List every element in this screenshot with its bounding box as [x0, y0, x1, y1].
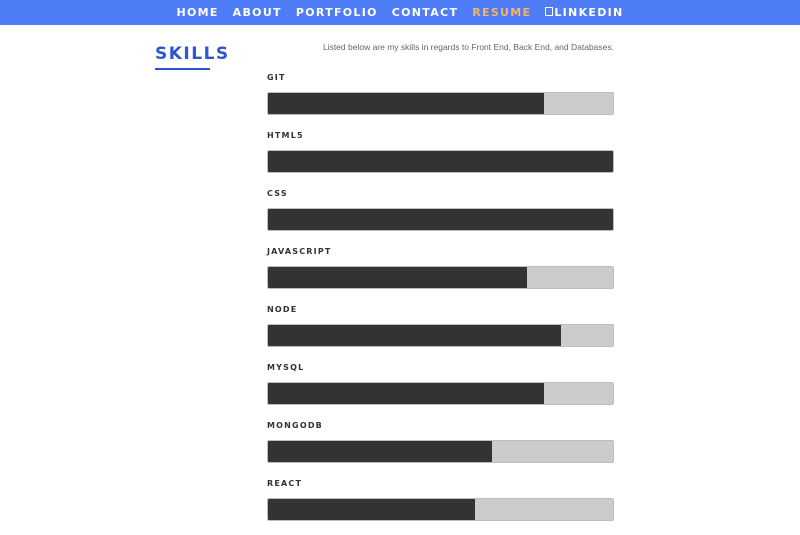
skill-bar-fill: [268, 499, 475, 520]
skill-name: HTML5: [267, 131, 304, 140]
skill-name: MONGODB: [267, 421, 323, 430]
skill-bar: [267, 150, 614, 173]
skill-item: REACT: [267, 477, 614, 535]
skill-item: MYSQL: [267, 361, 614, 419]
skill-bar: [267, 440, 614, 463]
skill-bar-fill: [268, 151, 613, 172]
skill-item: CSS: [267, 187, 614, 245]
skill-bar-fill: [268, 93, 544, 114]
skill-bar-fill: [268, 383, 544, 404]
nav-link-resume[interactable]: RESUME: [465, 6, 538, 19]
skill-item: MONGODB: [267, 419, 614, 477]
skill-bar: [267, 208, 614, 231]
skill-name: REACT: [267, 479, 303, 488]
skill-bar-fill: [268, 209, 613, 230]
skill-bar: [267, 92, 614, 115]
skill-item: NODE: [267, 303, 614, 361]
skill-name: MYSQL: [267, 363, 305, 372]
skill-name: GIT: [267, 73, 286, 82]
nav-link-portfolio[interactable]: PORTFOLIO: [289, 6, 385, 19]
skill-name: JAVASCRIPT: [267, 247, 332, 256]
section-intro: Listed below are my skills in regards to…: [322, 42, 614, 52]
linkedin-icon: [545, 7, 554, 16]
skill-bar: [267, 382, 614, 405]
skill-item: GIT: [267, 71, 614, 129]
heading-underline: [155, 68, 210, 70]
nav-link-home[interactable]: HOME: [169, 6, 225, 19]
skill-bar: [267, 266, 614, 289]
nav-link-about[interactable]: ABOUT: [226, 6, 289, 19]
skill-bar: [267, 498, 614, 521]
skill-bar-fill: [268, 325, 562, 346]
section-heading: SKILLS: [155, 44, 230, 64]
nav-link-contact[interactable]: CONTACT: [385, 6, 465, 19]
skill-item: JAVASCRIPT: [267, 245, 614, 303]
skill-name: NODE: [267, 305, 298, 314]
skill-bar-fill: [268, 267, 527, 288]
skill-item: HTML5: [267, 129, 614, 187]
top-nav: HOME ABOUT PORTFOLIO CONTACT RESUME LINK…: [0, 0, 800, 25]
skills-list: GIT HTML5 CSS JAVASCRIPT NODE MYSQL MONG…: [267, 71, 614, 535]
skill-bar: [267, 324, 614, 347]
nav-link-linkedin[interactable]: LINKEDIN: [538, 6, 630, 19]
skill-name: CSS: [267, 189, 288, 198]
nav-link-linkedin-label: LINKEDIN: [554, 6, 624, 19]
skill-bar-fill: [268, 441, 493, 462]
